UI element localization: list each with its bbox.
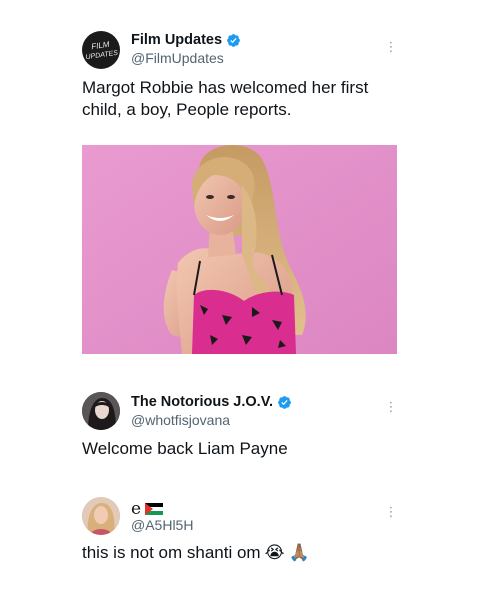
author-handle[interactable]: @whotfisjovana <box>131 412 230 428</box>
tweet-text-row: this is not om shanti om 😭 🙏🏽 <box>82 542 402 564</box>
film-updates-logo-icon: FILM UPDATES <box>85 40 119 62</box>
author-row: The Notorious J.O.V. <box>131 394 292 410</box>
portrait-photo <box>82 145 397 354</box>
a5hl5h-avatar[interactable] <box>82 497 120 535</box>
tweet-a5hl5h[interactable]: e @A5Hl5H ⋮ this is not om shanti om 😭 🙏… <box>0 485 480 600</box>
palestine-flag-icon <box>145 503 164 515</box>
user-portrait-icon <box>82 497 120 535</box>
author-name[interactable]: The Notorious J.O.V. <box>131 394 273 410</box>
tweet-text: Margot Robbie has welcomed her first chi… <box>82 78 369 119</box>
more-options-icon[interactable]: ⋮ <box>384 398 398 416</box>
more-options-icon[interactable]: ⋮ <box>384 503 398 521</box>
author-handle[interactable]: @FilmUpdates <box>131 50 224 66</box>
user-portrait-icon <box>82 392 120 430</box>
more-options-icon[interactable]: ⋮ <box>384 38 398 56</box>
author-row: e <box>131 499 164 519</box>
author-handle[interactable]: @A5Hl5H <box>131 517 193 533</box>
film-updates-avatar[interactable]: FILM UPDATES <box>82 31 120 69</box>
tweet-film-updates[interactable]: FILM UPDATES Film Updates @FilmUpdates ⋮… <box>0 0 480 370</box>
jov-avatar[interactable] <box>82 392 120 430</box>
svg-text:UPDATES: UPDATES <box>85 50 119 62</box>
tweet-notorious-jov[interactable]: The Notorious J.O.V. @whotfisjovana ⋮ We… <box>0 380 480 480</box>
tweet-text: Welcome back Liam Payne <box>82 439 288 458</box>
author-row: Film Updates <box>131 32 241 48</box>
verified-badge-icon <box>227 33 240 47</box>
crying-face-emoji: 😭 <box>264 543 285 563</box>
folded-hands-emoji: 🙏🏽 <box>288 543 310 563</box>
tweet-text: this is not om shanti om <box>82 543 261 562</box>
author-name[interactable]: Film Updates <box>131 32 222 48</box>
verified-badge-icon <box>278 395 291 409</box>
tweet-photo[interactable] <box>82 145 397 354</box>
author-name[interactable]: e <box>131 499 141 519</box>
svg-text:FILM: FILM <box>91 40 111 51</box>
